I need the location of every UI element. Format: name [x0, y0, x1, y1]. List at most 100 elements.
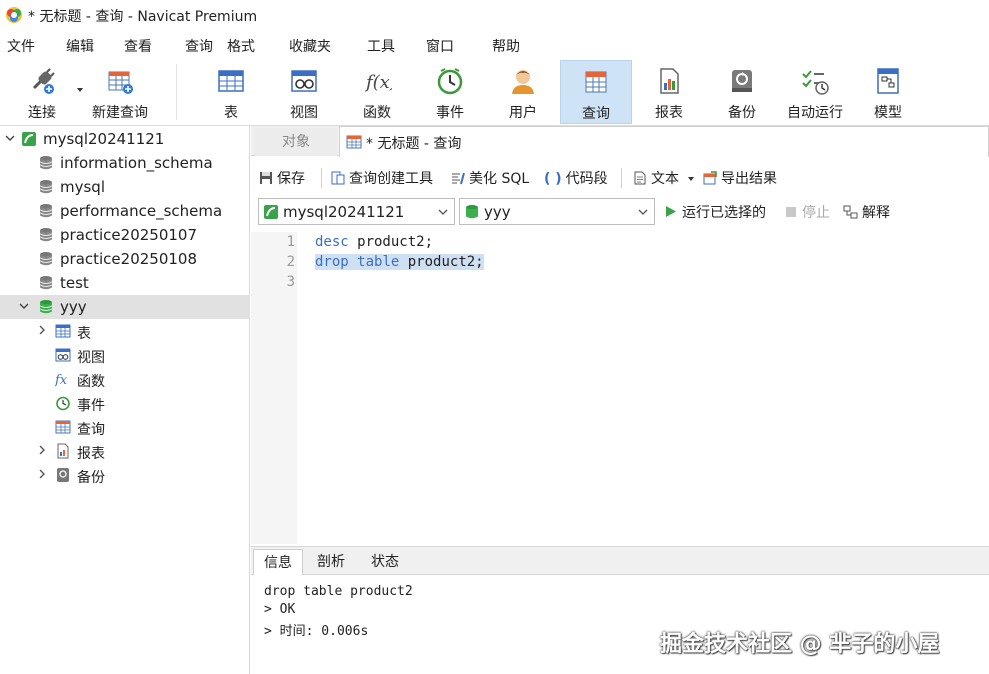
document-icon — [634, 171, 646, 185]
connect-button[interactable]: 连接 — [6, 60, 78, 124]
tree-connection-label: mysql20241121 — [43, 130, 165, 148]
function-button[interactable]: f(x) 函数 — [341, 60, 413, 124]
chevron-right-icon[interactable] — [36, 468, 48, 480]
stop-button[interactable]: 停止 — [785, 202, 830, 222]
tab-message[interactable]: 信息 — [253, 549, 303, 575]
tree-item-label: 查询 — [77, 422, 105, 438]
tree-item-backups[interactable]: 备份 — [0, 463, 250, 487]
sql-editor[interactable]: 1 2 3 desc product2; drop table product2… — [251, 232, 989, 544]
chevron-down-icon[interactable] — [4, 132, 16, 144]
query-builder-button[interactable]: 查询创建工具 — [331, 168, 433, 188]
tree-db-information-schema[interactable]: information_schema — [0, 151, 250, 175]
export-icon — [703, 171, 717, 185]
report-button[interactable]: 报表 — [633, 60, 705, 124]
connection-select[interactable]: mysql20241121 — [258, 198, 455, 225]
navicat-logo-icon — [6, 7, 22, 23]
menu-query[interactable]: 查询 — [185, 36, 213, 56]
connect-dropdown-icon[interactable] — [76, 86, 84, 94]
menu-view[interactable]: 查看 — [124, 36, 152, 56]
query-builder-icon — [331, 171, 345, 185]
sql-keyword: drop — [315, 254, 349, 270]
code-snippet-button[interactable]: ( ) 代码段 — [544, 168, 608, 188]
tree-item-events[interactable]: 事件 — [0, 391, 250, 415]
explain-button[interactable]: 解释 — [843, 202, 890, 222]
menu-window[interactable]: 窗口 — [426, 36, 454, 56]
tree-item-functions[interactable]: fx 函数 — [0, 367, 250, 391]
tree-db-practice20250107[interactable]: practice20250107 — [0, 223, 250, 247]
tab-profile[interactable]: 剖析 — [307, 549, 355, 575]
chevron-right-icon[interactable] — [36, 324, 48, 336]
chevron-down-icon[interactable] — [18, 300, 30, 312]
function-icon: fx — [55, 373, 68, 387]
toolbar-divider — [621, 168, 622, 188]
model-label: 模型 — [874, 105, 902, 121]
event-label: 事件 — [436, 105, 464, 121]
query-toolbar: 保存 查询创建工具 美化 SQL ( ) 代码段 文本 导出结果 — [251, 160, 989, 194]
export-results-button[interactable]: 导出结果 — [703, 168, 777, 188]
beautify-icon — [452, 172, 465, 185]
beautify-sql-label: 美化 SQL — [469, 171, 530, 187]
export-results-label: 导出结果 — [721, 171, 777, 187]
result-message-line: > 时间: 0.006s — [264, 624, 369, 639]
tree-item-label: 备份 — [77, 470, 105, 486]
table-icon — [218, 70, 244, 92]
tab-status[interactable]: 状态 — [359, 549, 411, 575]
tree-item-queries[interactable]: 查询 — [0, 415, 250, 439]
window-title: * 无标题 - 查询 - Navicat Premium — [28, 9, 258, 25]
text-mode-label: 文本 — [651, 171, 679, 187]
event-button[interactable]: 事件 — [414, 60, 486, 124]
tree-item-reports[interactable]: 报表 — [0, 439, 250, 463]
plug-icon — [32, 68, 55, 94]
sql-text: product2; — [399, 254, 484, 270]
view-icon — [55, 348, 71, 362]
dropdown-arrow-icon — [688, 177, 695, 181]
text-mode-button[interactable]: 文本 — [633, 168, 695, 188]
tree-item-label: 函数 — [77, 374, 105, 390]
menu-edit[interactable]: 编辑 — [66, 36, 94, 56]
menu-favorites[interactable]: 收藏夹 — [289, 36, 331, 56]
tree-item-views[interactable]: 视图 — [0, 343, 250, 367]
tree-db-performance-schema[interactable]: performance_schema — [0, 199, 250, 223]
menu-format[interactable]: 格式 — [227, 36, 255, 56]
tab-objects[interactable]: 对象 — [255, 128, 337, 156]
sql-keyword: table — [357, 254, 400, 270]
connection-select-value: mysql20241121 — [283, 203, 405, 221]
run-selected-button[interactable]: 运行已选择的 — [665, 202, 766, 222]
report-icon — [57, 443, 69, 459]
user-label: 用户 — [509, 105, 537, 121]
report-icon — [660, 68, 679, 94]
tree-item-tables[interactable]: 表 — [0, 319, 250, 343]
database-open-icon — [466, 205, 478, 219]
tree-db-yyy[interactable]: yyy — [0, 295, 250, 319]
report-label: 报表 — [655, 105, 683, 121]
tree-db-mysql[interactable]: mysql — [0, 175, 250, 199]
user-button[interactable]: 用户 — [487, 60, 559, 124]
view-button[interactable]: 视图 — [268, 60, 340, 124]
query-label: 查询 — [582, 106, 610, 122]
database-select[interactable]: yyy — [459, 198, 655, 225]
menu-file[interactable]: 文件 — [7, 36, 35, 56]
database-open-icon — [39, 300, 53, 314]
tree-item-label: 事件 — [77, 398, 105, 414]
menu-help[interactable]: 帮助 — [492, 36, 520, 56]
model-icon — [877, 68, 899, 94]
tree-db-label: test — [60, 274, 89, 292]
query-button[interactable]: 查询 — [560, 60, 632, 124]
tree-db-practice20250108[interactable]: practice20250108 — [0, 247, 250, 271]
menu-tools[interactable]: 工具 — [367, 36, 395, 56]
tab-query-label: * 无标题 - 查询 — [366, 136, 462, 152]
database-icon — [39, 252, 53, 266]
tree-db-label: yyy — [60, 298, 87, 316]
query-icon — [346, 135, 362, 149]
chevron-right-icon[interactable] — [36, 444, 48, 456]
backup-button[interactable]: 备份 — [706, 60, 778, 124]
beautify-sql-button[interactable]: 美化 SQL — [451, 168, 529, 188]
tree-connection[interactable]: mysql20241121 — [0, 127, 250, 151]
tab-query[interactable]: * 无标题 - 查询 — [339, 126, 989, 157]
table-button[interactable]: 表 — [195, 60, 267, 124]
tree-db-test[interactable]: test — [0, 271, 250, 295]
save-button[interactable]: 保存 — [259, 168, 305, 188]
model-button[interactable]: 模型 — [852, 60, 924, 124]
new-query-button[interactable]: 新建查询 — [84, 60, 156, 124]
automation-button[interactable]: 自动运行 — [779, 60, 851, 124]
